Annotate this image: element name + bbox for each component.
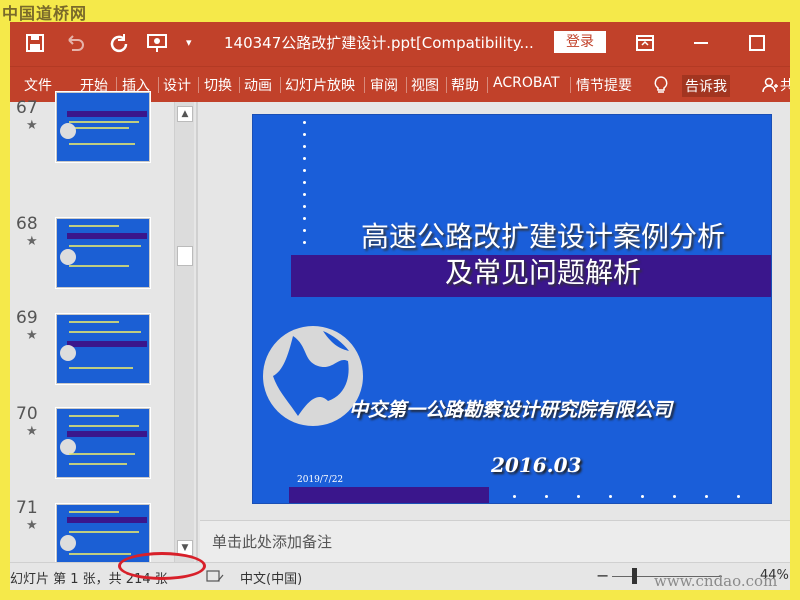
menu-separator — [198, 77, 199, 93]
tab-transitions[interactable]: 切换 — [204, 75, 232, 95]
spellcheck-icon[interactable] — [206, 569, 224, 583]
menu-separator — [239, 77, 240, 93]
tab-slideshow[interactable]: 幻灯片放映 — [285, 75, 355, 95]
slide-title-line-2: 及常见问题解析 — [444, 256, 641, 289]
present-icon[interactable] — [146, 32, 168, 54]
redo-icon[interactable] — [108, 32, 130, 54]
animation-star-icon: ★ — [26, 328, 38, 343]
share-button[interactable]: 共 — [780, 75, 790, 95]
thumbnail-scrollbar[interactable]: ▲ ▼ — [174, 102, 194, 562]
thumbnail-number: 70 — [16, 404, 38, 424]
slide-date[interactable]: 2016.03 — [491, 453, 581, 477]
thumbnail-number: 71 — [16, 498, 38, 518]
notes-placeholder: 单击此处添加备注 — [212, 533, 333, 551]
animation-star-icon: ★ — [26, 424, 38, 439]
watermark-url: www.cndao.com — [654, 572, 778, 590]
undo-icon[interactable] — [64, 32, 86, 54]
tell-me-search[interactable]: 告诉我 — [682, 75, 730, 97]
scroll-up-arrow-icon[interactable]: ▲ — [177, 106, 193, 122]
animation-star-icon: ★ — [26, 118, 38, 133]
language-status[interactable]: 中文(中国) — [240, 568, 302, 587]
pane-divider[interactable] — [196, 102, 198, 572]
tab-acrobat[interactable]: ACROBAT — [493, 75, 560, 91]
zoom-out-button[interactable]: − — [596, 566, 609, 585]
tab-animations[interactable]: 动画 — [244, 75, 272, 95]
menu-separator — [570, 77, 571, 93]
powerpoint-window: ▾ 140347公路改扩建设计.ppt[Compatibility... 登录 … — [10, 22, 790, 590]
menu-separator — [487, 77, 488, 93]
tab-design[interactable]: 设计 — [163, 75, 191, 95]
login-button[interactable]: 登录 — [554, 31, 606, 53]
slide-thumbnail-67[interactable] — [55, 91, 151, 163]
menu-separator — [446, 77, 447, 93]
tab-storyboarding[interactable]: 情节提要 — [576, 75, 632, 95]
slide-organization[interactable]: 中交第一公路勘察设计研究院有限公司 — [349, 395, 672, 422]
tab-help[interactable]: 帮助 — [451, 75, 479, 95]
zoom-slider-handle[interactable] — [632, 568, 637, 584]
tab-file[interactable]: 文件 — [24, 75, 52, 95]
highlight-annotation-circle — [118, 552, 206, 580]
menu-separator — [364, 77, 365, 93]
globe-icon — [263, 326, 363, 426]
slide-title[interactable]: 高速公路改扩建设计案例分析 及常见问题解析 — [313, 219, 771, 291]
menu-separator — [158, 77, 159, 93]
thumbnail-number: 68 — [16, 214, 38, 234]
minimize-icon[interactable] — [690, 32, 712, 54]
maximize-icon[interactable] — [746, 32, 768, 54]
menu-separator — [406, 77, 407, 93]
thumbnail-number: 69 — [16, 308, 38, 328]
menu-separator — [280, 77, 281, 93]
slide-footer-date: 2019/7/22 — [297, 475, 344, 485]
watermark-logo: 中国道桥网 — [2, 4, 88, 23]
slide-canvas[interactable]: 高速公路改扩建设计案例分析 及常见问题解析 中交第一公路勘察设计研究院有限公司 … — [252, 114, 772, 504]
notes-pane[interactable]: 单击此处添加备注 — [200, 520, 790, 562]
slide-thumbnail-pane[interactable]: 67 ★ 68 ★ 69 ★ 70 ★ 71 ★ — [10, 91, 194, 575]
title-bar: ▾ 140347公路改扩建设计.ppt[Compatibility... 登录 — [10, 22, 790, 66]
document-title: 140347公路改扩建设计.ppt[Compatibility... — [224, 34, 534, 52]
animation-star-icon: ★ — [26, 518, 38, 533]
share-person-icon[interactable] — [762, 76, 780, 94]
tab-view[interactable]: 视图 — [411, 75, 439, 95]
scrollbar-thumb[interactable] — [177, 246, 193, 266]
lightbulb-icon[interactable] — [652, 75, 670, 95]
customize-icon[interactable]: ▾ — [186, 36, 208, 58]
slide-thumbnail-69[interactable] — [55, 313, 151, 385]
menu-separator — [116, 77, 117, 93]
slide-thumbnail-68[interactable] — [55, 217, 151, 289]
footer-band — [289, 487, 489, 503]
slide-thumbnail-70[interactable] — [55, 407, 151, 479]
ribbon-display-icon[interactable] — [634, 32, 656, 54]
tab-review[interactable]: 审阅 — [370, 75, 398, 95]
animation-star-icon: ★ — [26, 234, 38, 249]
thumbnail-number: 67 — [16, 98, 38, 118]
save-icon[interactable] — [24, 32, 46, 54]
slide-title-line-1: 高速公路改扩建设计案例分析 — [360, 220, 725, 253]
